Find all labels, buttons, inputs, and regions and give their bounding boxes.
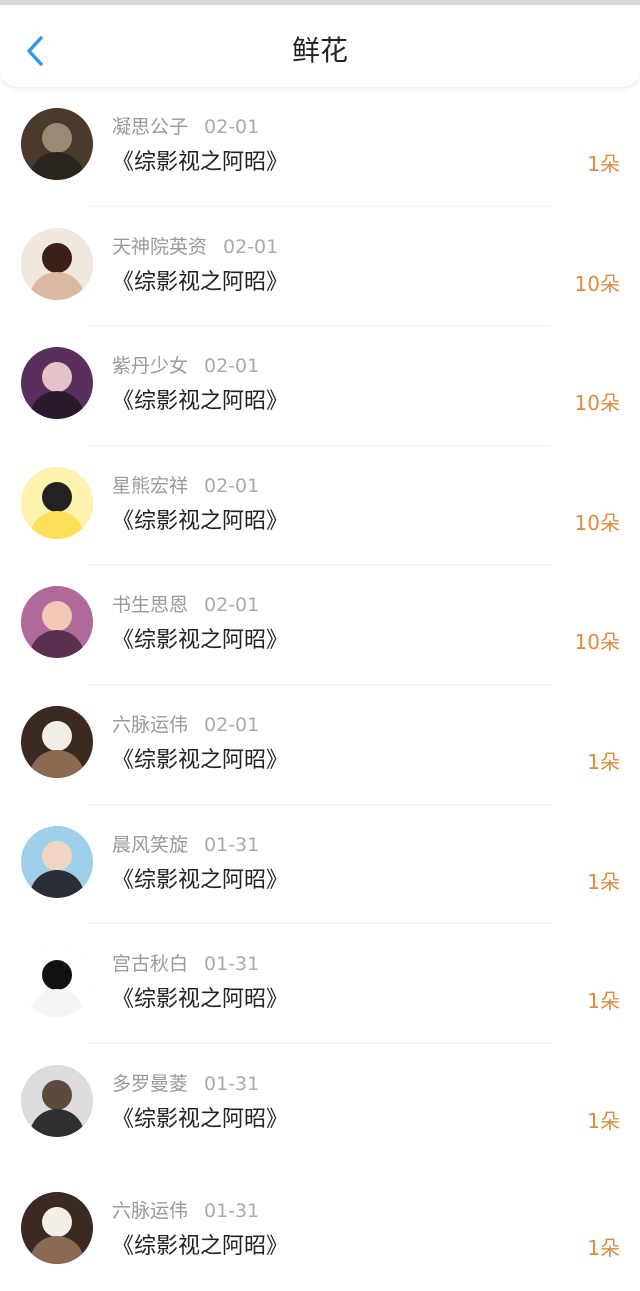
user-name-text[interactable]: 书生思恩 [112,594,188,616]
list-item[interactable]: 多罗曼菱 01-31 《综影视之阿昭》 1朵 [0,1043,640,1164]
book-title[interactable]: 《综影视之阿昭》 [112,147,288,179]
avatar[interactable] [21,227,93,300]
flower-count: 1朵 [587,989,620,1014]
flower-gift-list: 凝思公子 02-01 《综影视之阿昭》 1朵 天神院英资 02-01 《综影视之阿昭》 10朵… [0,87,640,1291]
flower-count: 10朵 [574,271,620,296]
user-name-text[interactable]: 晨风笑旋 [112,834,188,856]
gift-date: 01-31 [204,953,260,976]
gift-date: 02-01 [204,474,260,497]
avatar[interactable] [21,1064,93,1137]
list-item[interactable]: 书生思恩 02-01 《综影视之阿昭》 10朵 [0,565,640,685]
user-name: 星熊宏祥 02-01 [112,473,259,499]
gift-date: 02-01 [204,116,260,138]
list-item[interactable]: 晨风笑旋 01-31 《综影视之阿昭》 1朵 [0,804,640,925]
avatar[interactable] [21,945,93,1018]
list-item[interactable]: 凝思公子 02-01 《综影视之阿昭》 1朵 [0,87,640,207]
list-item[interactable]: 星熊宏祥 02-01 《综影视之阿昭》 10朵 [0,445,640,566]
user-name-text[interactable]: 宫古秋白 [112,953,188,975]
avatar[interactable] [21,466,93,539]
list-item[interactable]: 宫古秋白 01-31 《综影视之阿昭》 1朵 [0,924,640,1044]
gift-date: 01-31 [204,1072,260,1095]
avatar[interactable] [21,108,93,180]
user-name: 六脉运伟 02-01 [112,712,259,738]
list-item[interactable]: 紫丹少女 02-01 《综影视之阿昭》 10朵 [0,326,640,446]
gift-date: 02-01 [204,355,260,378]
list-item[interactable]: 六脉运伟 01-31 《综影视之阿昭》 1朵 [0,1171,640,1291]
nav-header: 鲜花 [0,5,640,87]
list-item[interactable]: 六脉运伟 02-01 《综影视之阿昭》 1朵 [0,684,640,805]
user-name-text[interactable]: 凝思公子 [112,116,188,138]
flower-count: 10朵 [574,391,620,416]
book-title[interactable]: 《综影视之阿昭》 [112,625,288,657]
user-name: 书生思恩 02-01 [112,592,259,618]
user-name: 紫丹少女 02-01 [112,353,259,379]
flower-count: 1朵 [587,1236,620,1261]
user-name-text[interactable]: 多罗曼菱 [112,1073,188,1095]
book-title[interactable]: 《综影视之阿昭》 [112,984,288,1016]
avatar[interactable] [21,586,93,659]
avatar[interactable] [21,825,93,898]
user-name: 多罗曼菱 01-31 [112,1071,259,1097]
list-item[interactable]: 天神院英资 02-01 《综影视之阿昭》 10朵 [0,206,640,327]
avatar[interactable] [21,347,93,420]
flower-count: 1朵 [587,749,620,774]
user-name-text[interactable]: 紫丹少女 [112,355,188,377]
page-title: 鲜花 [291,34,348,67]
user-name-text[interactable]: 星熊宏祥 [112,475,188,497]
flower-count: 1朵 [587,152,620,176]
gift-date: 01-31 [204,833,260,856]
flower-count: 1朵 [587,1108,620,1133]
avatar[interactable] [21,705,93,778]
book-title[interactable]: 《综影视之阿昭》 [112,1231,288,1263]
gift-date: 02-01 [204,594,260,617]
book-title[interactable]: 《综影视之阿昭》 [112,865,288,897]
user-name-text[interactable]: 天神院英资 [112,236,207,258]
gift-date: 02-01 [223,235,279,258]
flower-count: 10朵 [574,630,620,655]
user-name: 宫古秋白 01-31 [112,951,259,977]
gift-date: 01-31 [204,1200,260,1223]
flower-count: 1朵 [587,869,620,894]
avatar[interactable] [21,1192,93,1265]
user-name-text[interactable]: 六脉运伟 [112,1200,188,1222]
book-title[interactable]: 《综影视之阿昭》 [112,267,288,299]
user-name: 凝思公子 02-01 [112,114,259,140]
user-name: 天神院英资 02-01 [112,234,278,260]
user-name: 六脉运伟 01-31 [112,1198,259,1224]
gift-date: 02-01 [204,713,260,736]
user-name-text[interactable]: 六脉运伟 [112,714,188,736]
flower-count: 10朵 [574,510,620,535]
book-title[interactable]: 《综影视之阿昭》 [112,745,288,777]
user-name: 晨风笑旋 01-31 [112,832,259,858]
book-title[interactable]: 《综影视之阿昭》 [112,506,288,538]
book-title[interactable]: 《综影视之阿昭》 [112,1104,288,1136]
book-title[interactable]: 《综影视之阿昭》 [112,386,288,418]
